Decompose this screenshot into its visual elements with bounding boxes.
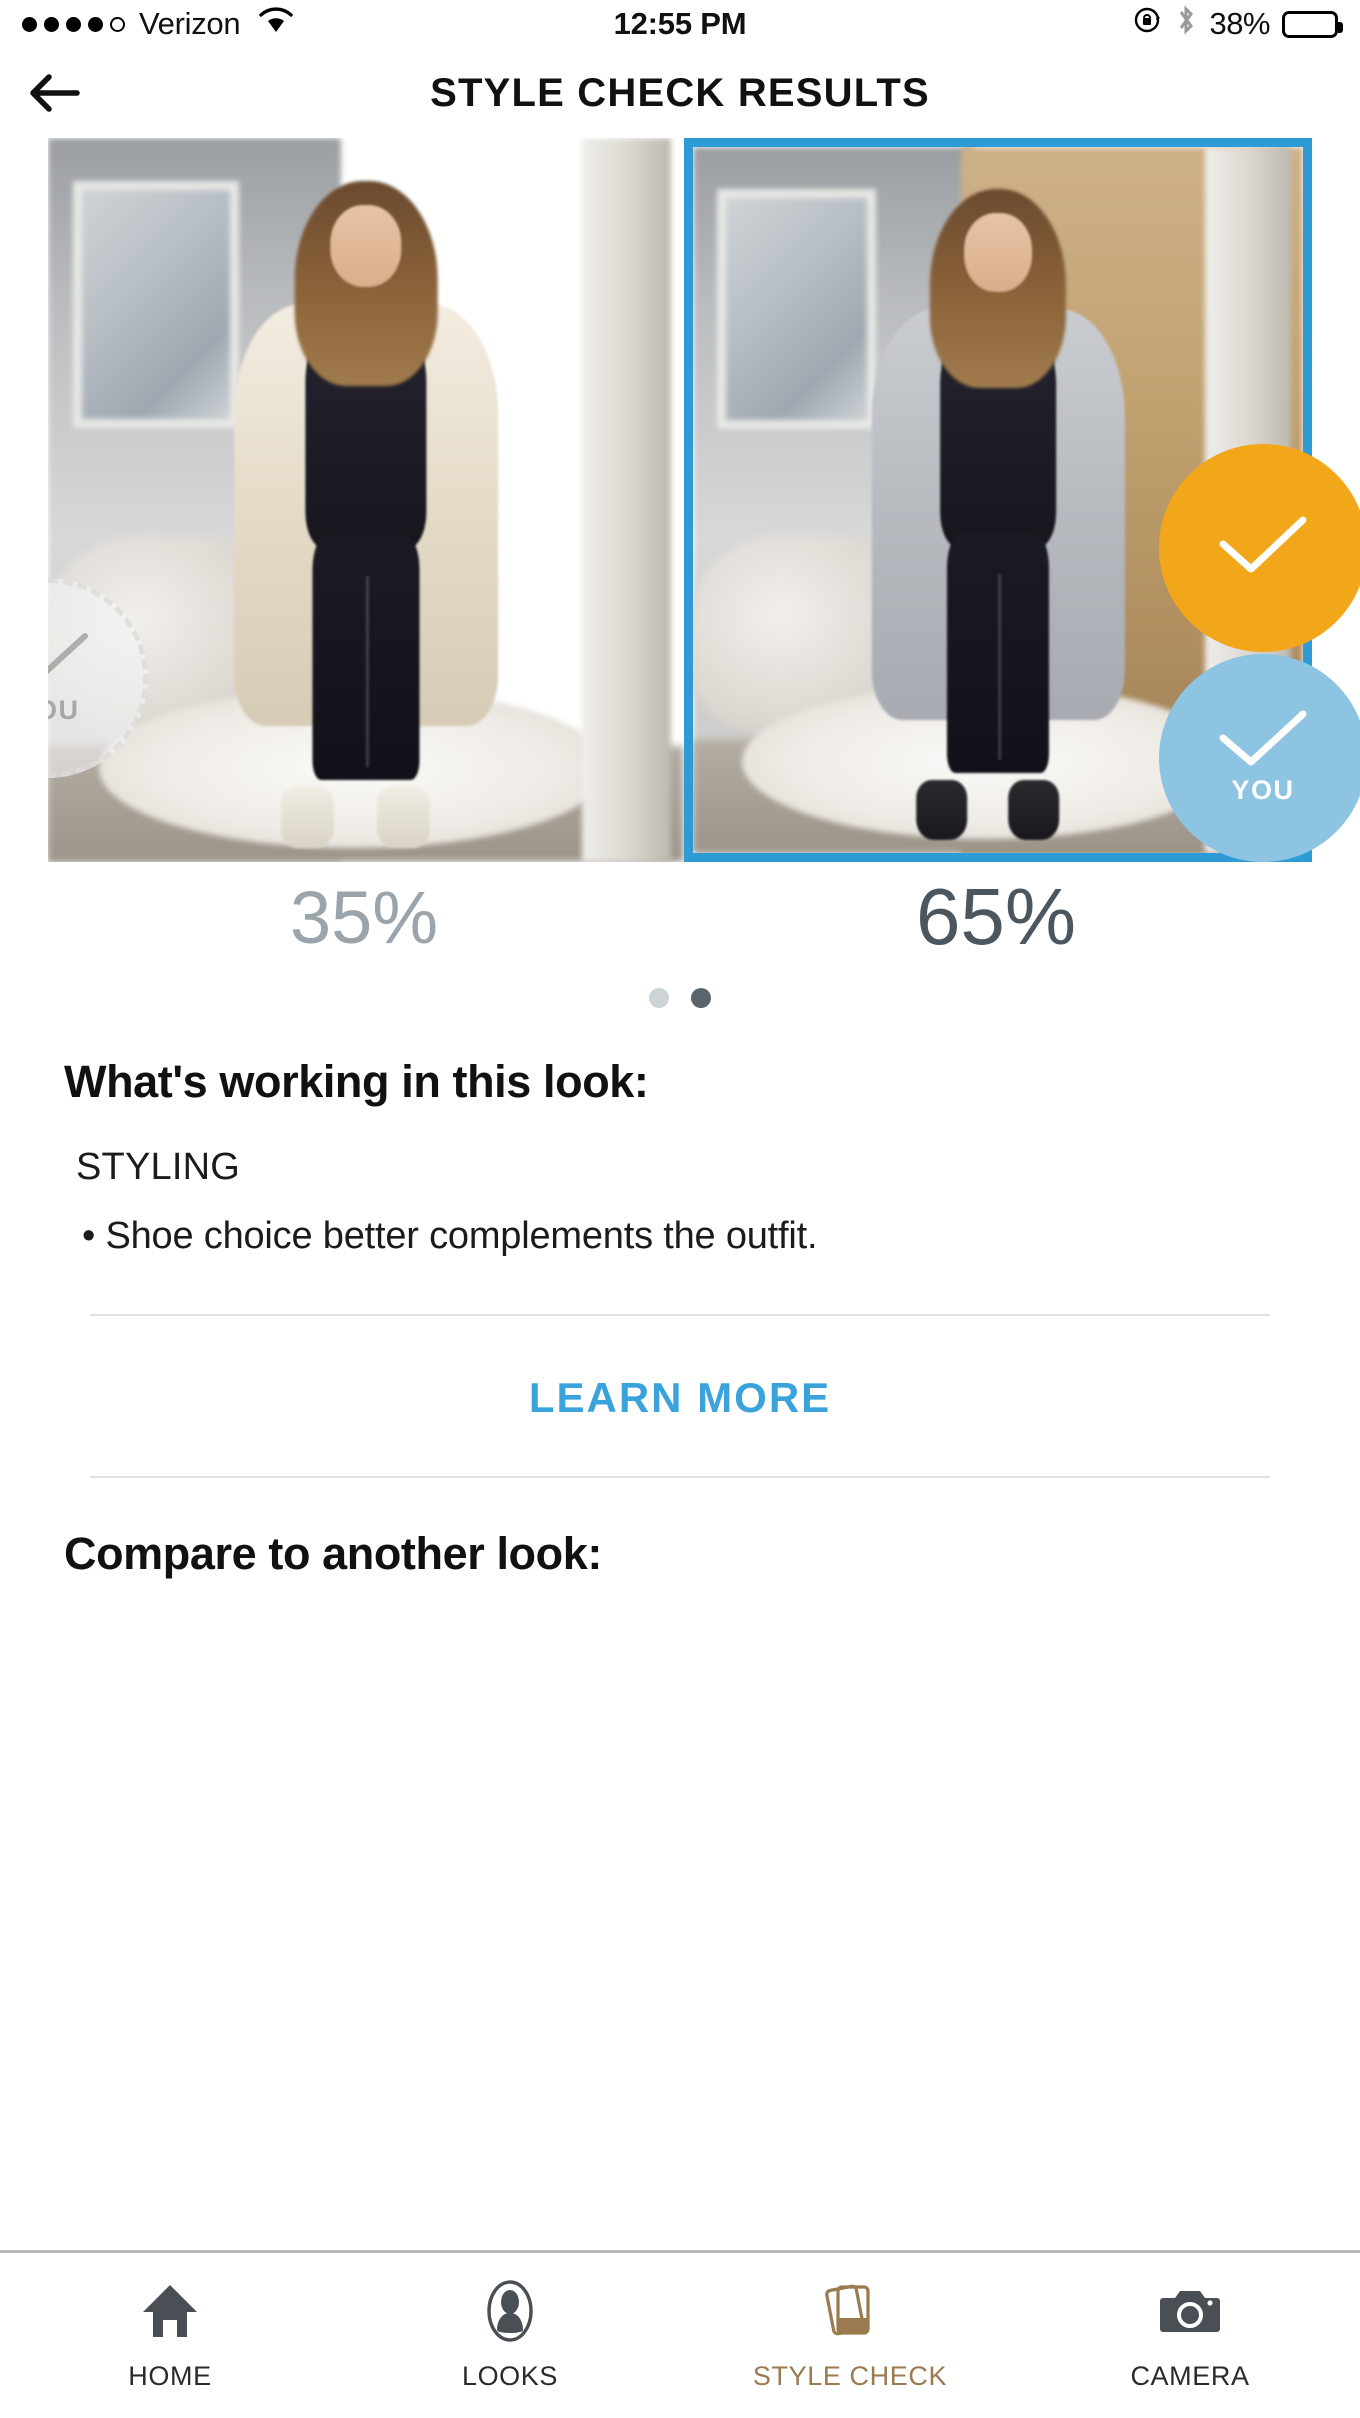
vote-badge-ghost-label: YOU xyxy=(48,695,80,725)
home-icon xyxy=(139,2280,201,2347)
details-heading: What's working in this look: xyxy=(64,1056,649,1107)
look-comparison: YOU xyxy=(48,138,1360,862)
compare-heading: Compare to another look: xyxy=(64,1528,602,1579)
check-icon xyxy=(1215,514,1311,581)
tab-looks-label: LOOKS xyxy=(461,2360,559,2391)
percent-left: 35% xyxy=(289,875,439,959)
signal-strength-icon xyxy=(22,16,125,32)
tab-camera[interactable]: CAMERA xyxy=(1020,2253,1360,2418)
person-oval-icon xyxy=(479,2279,541,2347)
look-option-left[interactable]: YOU xyxy=(48,138,684,862)
tab-home-label: HOME xyxy=(128,2360,212,2391)
vote-badge-you-label: YOU xyxy=(1231,775,1295,805)
tab-looks[interactable]: LOOKS xyxy=(340,2253,680,2418)
nav-bar: STYLE CHECK RESULTS xyxy=(0,48,1360,138)
tab-bar: HOME LOOKS STYLE CHECK CAMERA xyxy=(0,2250,1360,2418)
percent-right: 65% xyxy=(915,872,1077,961)
pager[interactable] xyxy=(0,972,1360,1018)
carrier-label: Verizon xyxy=(139,6,241,41)
tab-style-check-label: STYLE CHECK xyxy=(752,2360,948,2391)
details-bullet: • Shoe choice better complements the out… xyxy=(82,1215,818,1257)
battery-icon xyxy=(1282,10,1343,38)
vote-badge-you[interactable]: YOU xyxy=(1159,654,1360,862)
tab-style-check[interactable]: STYLE CHECK xyxy=(680,2253,1020,2418)
rotation-lock-icon xyxy=(1133,5,1163,43)
status-bar-left: Verizon xyxy=(22,6,294,42)
page-title: STYLE CHECK RESULTS xyxy=(430,70,930,115)
divider-bottom xyxy=(90,1476,1270,1478)
wifi-icon xyxy=(259,7,294,41)
vote-percentages: 35% 65% xyxy=(48,862,1312,972)
tab-camera-label: CAMERA xyxy=(1130,2360,1250,2391)
style-check-cards-icon xyxy=(819,2280,881,2347)
pager-dot-1[interactable] xyxy=(649,988,669,1008)
battery-percent-label: 38% xyxy=(1209,6,1270,41)
back-arrow-icon xyxy=(30,74,80,112)
back-button[interactable] xyxy=(0,48,110,138)
details-category: STYLING xyxy=(76,1146,240,1188)
camera-icon xyxy=(1159,2280,1221,2347)
tab-home[interactable]: HOME xyxy=(0,2253,340,2418)
check-icon xyxy=(48,630,91,693)
vote-badge-orange[interactable] xyxy=(1159,444,1360,652)
bluetooth-icon xyxy=(1175,4,1197,44)
look-photo-left xyxy=(48,138,684,862)
learn-more-button[interactable]: LEARN MORE xyxy=(64,1316,1296,1476)
status-bar: Verizon 12:55 PM 38% xyxy=(0,0,1360,48)
check-icon xyxy=(1215,710,1311,773)
details-section: What's working in this look: STYLING • S… xyxy=(0,1056,1360,1580)
pager-dot-2[interactable] xyxy=(691,988,711,1008)
status-bar-right: 38% xyxy=(1133,4,1343,44)
